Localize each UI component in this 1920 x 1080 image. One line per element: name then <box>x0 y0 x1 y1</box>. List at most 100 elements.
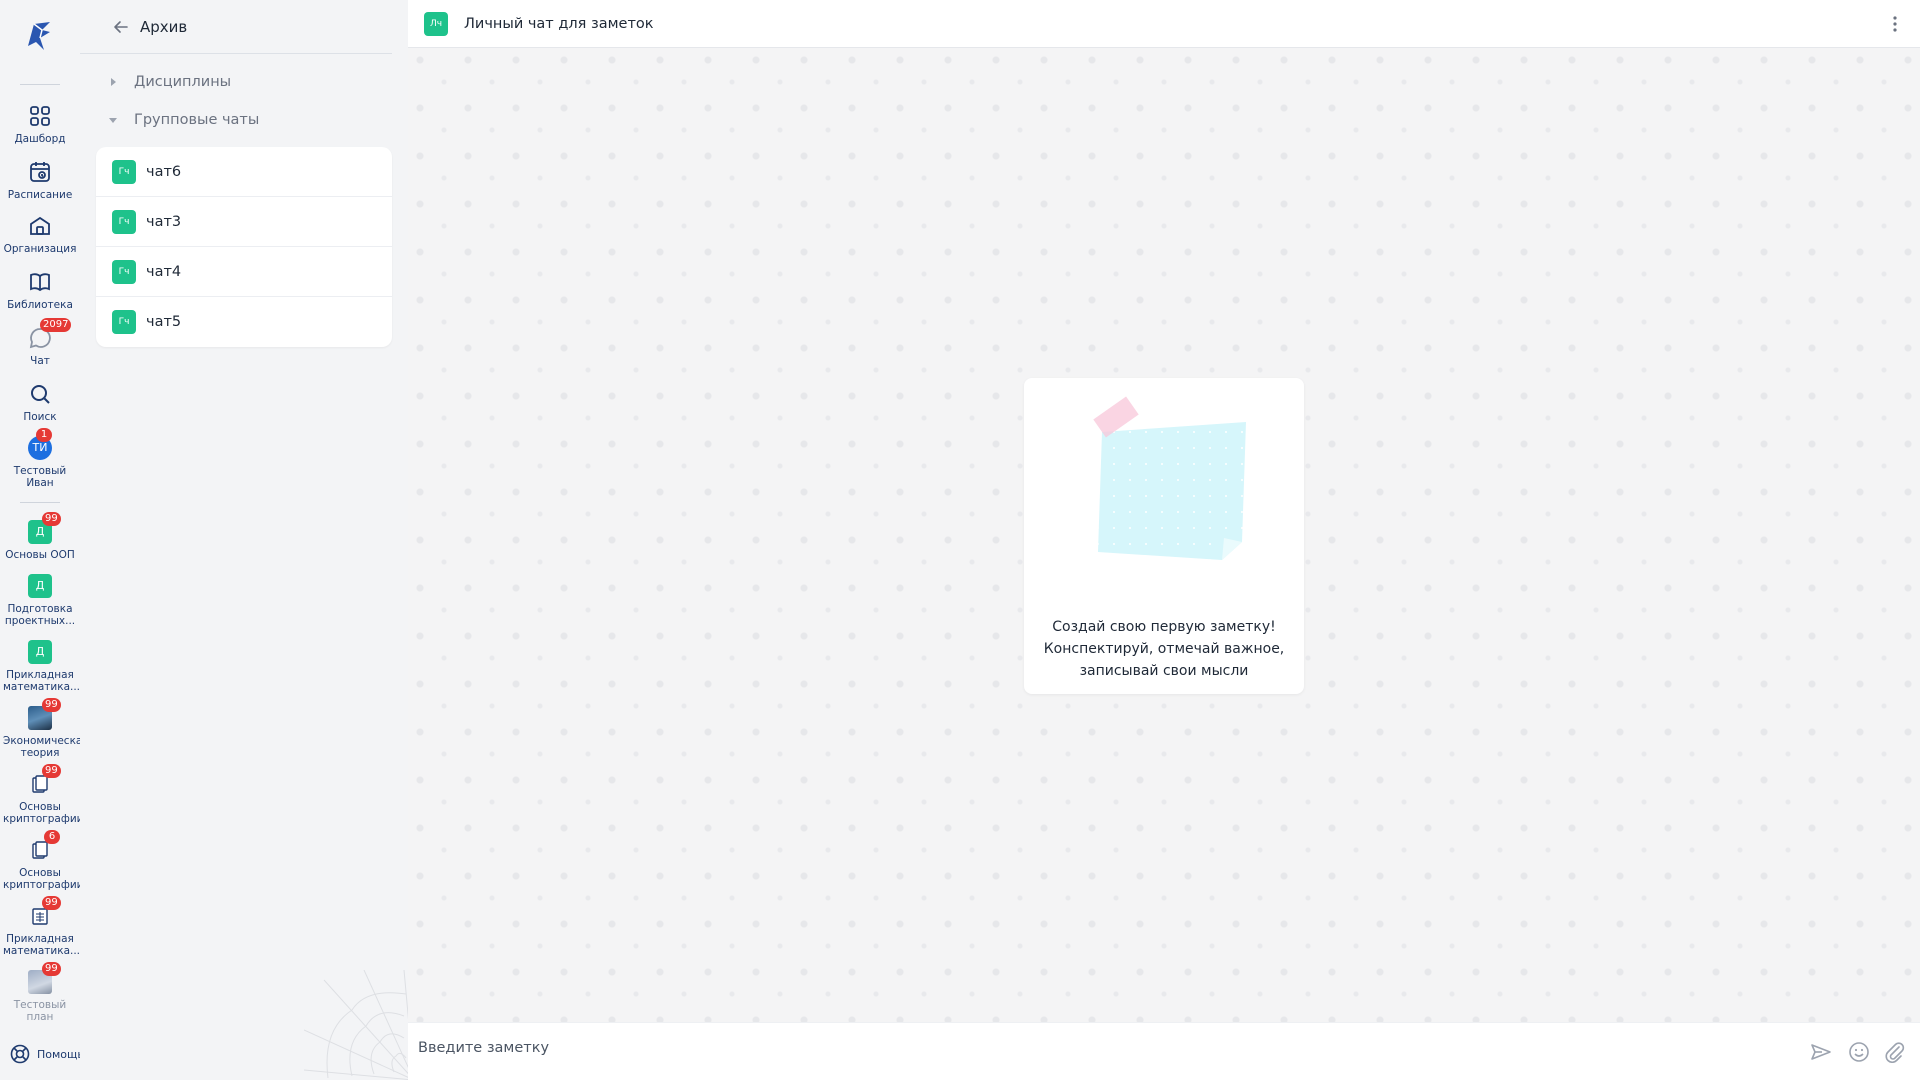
send-icon[interactable] <box>1810 1041 1832 1063</box>
section-disciplines[interactable]: Дисциплины <box>80 67 392 97</box>
chat-list-item[interactable]: Гч чат5 <box>96 297 392 347</box>
course-label: Подготовка проектных... <box>4 603 76 627</box>
left-rail: Дашборд Расписание Организация Библиотек… <box>0 0 89 1080</box>
profile-badge: 1 <box>36 428 52 442</box>
course-item[interactable]: Д Прикладная математика... <box>0 638 80 693</box>
course-badge: 99 <box>42 698 61 712</box>
course-item[interactable]: Д Подготовка проектных... <box>0 572 80 627</box>
nav-profile[interactable]: ТИ 1 Тестовый Иван <box>0 428 80 489</box>
note-input[interactable] <box>418 1035 1798 1061</box>
course-badge: 6 <box>44 830 60 844</box>
course-label: Основы ООП <box>5 549 75 561</box>
empty-text-line: Создай свою первую заметку! <box>1052 619 1276 635</box>
nav-dashboard-label: Дашборд <box>14 133 66 145</box>
course-avatar-wrap: Д 99 <box>26 512 61 546</box>
schedule-icon <box>26 158 54 186</box>
message-input-bar <box>408 1022 1920 1080</box>
course-item[interactable]: 99 Тестовый план <box>0 962 80 1023</box>
chat-icon: 2097 <box>26 318 72 352</box>
course-badge: 99 <box>42 764 61 778</box>
empty-text-line: Конспектируй, отмечай важное, <box>1043 641 1285 657</box>
help-label: Помощь <box>37 1047 84 1061</box>
app-logo-icon[interactable] <box>20 16 60 56</box>
chat-name: чат3 <box>146 213 182 230</box>
section-title: Дисциплины <box>134 74 232 90</box>
organization-icon <box>26 212 54 240</box>
more-vertical-icon[interactable] <box>1890 14 1900 34</box>
course-label: Экономическая теория <box>3 735 89 759</box>
course-label: Тестовый план <box>13 999 67 1023</box>
empty-notes-card: Создай свою первую заметку! Конспектируй… <box>1024 378 1304 694</box>
course-label: Основы криптографии <box>3 801 84 825</box>
rail-divider <box>20 502 60 503</box>
lifebuoy-icon <box>10 1044 30 1064</box>
chat-name: чат6 <box>146 163 182 180</box>
nav-search-label: Поиск <box>23 411 57 423</box>
course-item[interactable]: 6 Основы криптографии <box>0 830 84 891</box>
course-avatar-wrap: Д <box>26 572 54 600</box>
help-button[interactable]: Помощь <box>10 1044 84 1064</box>
chat-main: Лч Личный чат для заметок Создай свою пе… <box>408 0 1920 1080</box>
course-avatar: Д <box>28 574 52 598</box>
nav-chat-label: Чат <box>30 355 50 367</box>
chat-header: Лч Личный чат для заметок <box>408 0 1920 48</box>
caret-down-icon <box>108 115 118 125</box>
library-icon <box>26 268 54 296</box>
group-chat-list: Гч чат6 Гч чат3 Гч чат4 Гч чат5 <box>96 147 392 347</box>
nav-profile-label: Тестовый Иван <box>13 465 67 489</box>
spiderweb-decoration-icon <box>304 970 408 1080</box>
course-badge: 99 <box>42 962 61 976</box>
section-group-chats[interactable]: Групповые чаты <box>80 105 392 135</box>
course-item[interactable]: 99 Прикладная математика... <box>0 896 80 957</box>
course-label: Основы криптографии <box>3 867 84 891</box>
course-label: Прикладная математика... <box>3 669 81 693</box>
nav-library[interactable]: Библиотека <box>0 268 80 311</box>
search-icon <box>26 380 54 408</box>
chat-title[interactable]: Личный чат для заметок <box>464 16 654 32</box>
emoji-icon[interactable] <box>1848 1041 1870 1063</box>
course-badge: 99 <box>42 896 61 910</box>
course-avatar-wrap: Д <box>26 638 54 666</box>
profile-avatar-wrap: ТИ 1 <box>26 428 54 462</box>
nav-search[interactable]: Поиск <box>0 380 80 423</box>
chat-avatar: Гч <box>112 259 136 284</box>
empty-notes-text: Создай свою первую заметку! Конспектируй… <box>1024 616 1304 682</box>
chat-name: чат4 <box>146 263 182 280</box>
course-item[interactable]: Д 99 Основы ООП <box>0 512 80 561</box>
chat-list-item[interactable]: Гч чат4 <box>96 247 392 297</box>
course-avatar-wrap: 99 <box>26 698 61 732</box>
nav-schedule-label: Расписание <box>7 189 73 201</box>
chat-avatar: Гч <box>112 310 136 334</box>
chat-name: чат5 <box>146 314 182 330</box>
course-avatar-wrap: 99 <box>26 962 61 996</box>
chat-avatar: Гч <box>112 209 136 234</box>
course-avatar-wrap: 99 <box>26 896 61 930</box>
course-avatar-wrap: 99 <box>26 764 61 798</box>
rail-divider <box>20 84 60 85</box>
chat-avatar[interactable]: Лч <box>424 11 448 36</box>
course-item[interactable]: 99 Экономическая теория <box>0 698 89 759</box>
nav-chat[interactable]: 2097 Чат <box>0 318 80 367</box>
archive-panel: Архив Дисциплины Групповые чаты Гч чат6 … <box>80 0 408 1080</box>
panel-header: Архив <box>80 0 392 54</box>
nav-organization-label: Организация <box>3 243 77 255</box>
section-title: Групповые чаты <box>134 112 260 128</box>
caret-right-icon <box>108 77 118 87</box>
course-avatar-wrap: 6 <box>26 830 60 864</box>
chat-badge: 2097 <box>40 318 72 332</box>
arrow-left-icon <box>114 20 128 33</box>
chat-list-item[interactable]: Гч чат3 <box>96 197 392 247</box>
nav-dashboard[interactable]: Дашборд <box>0 102 80 145</box>
nav-schedule[interactable]: Расписание <box>0 158 80 201</box>
sticky-note-illustration-icon <box>1093 396 1246 560</box>
nav-organization[interactable]: Организация <box>0 212 80 255</box>
chat-list-item[interactable]: Гч чат6 <box>96 147 392 197</box>
empty-text-line: записывай свои мысли <box>1079 663 1249 679</box>
nav-library-label: Библиотека <box>7 299 73 311</box>
panel-title: Архив <box>140 17 188 36</box>
chat-avatar: Гч <box>112 159 136 184</box>
course-badge: 99 <box>42 512 61 526</box>
paperclip-icon[interactable] <box>1884 1041 1906 1063</box>
back-button[interactable] <box>112 17 132 37</box>
course-item[interactable]: 99 Основы криптографии <box>0 764 84 825</box>
